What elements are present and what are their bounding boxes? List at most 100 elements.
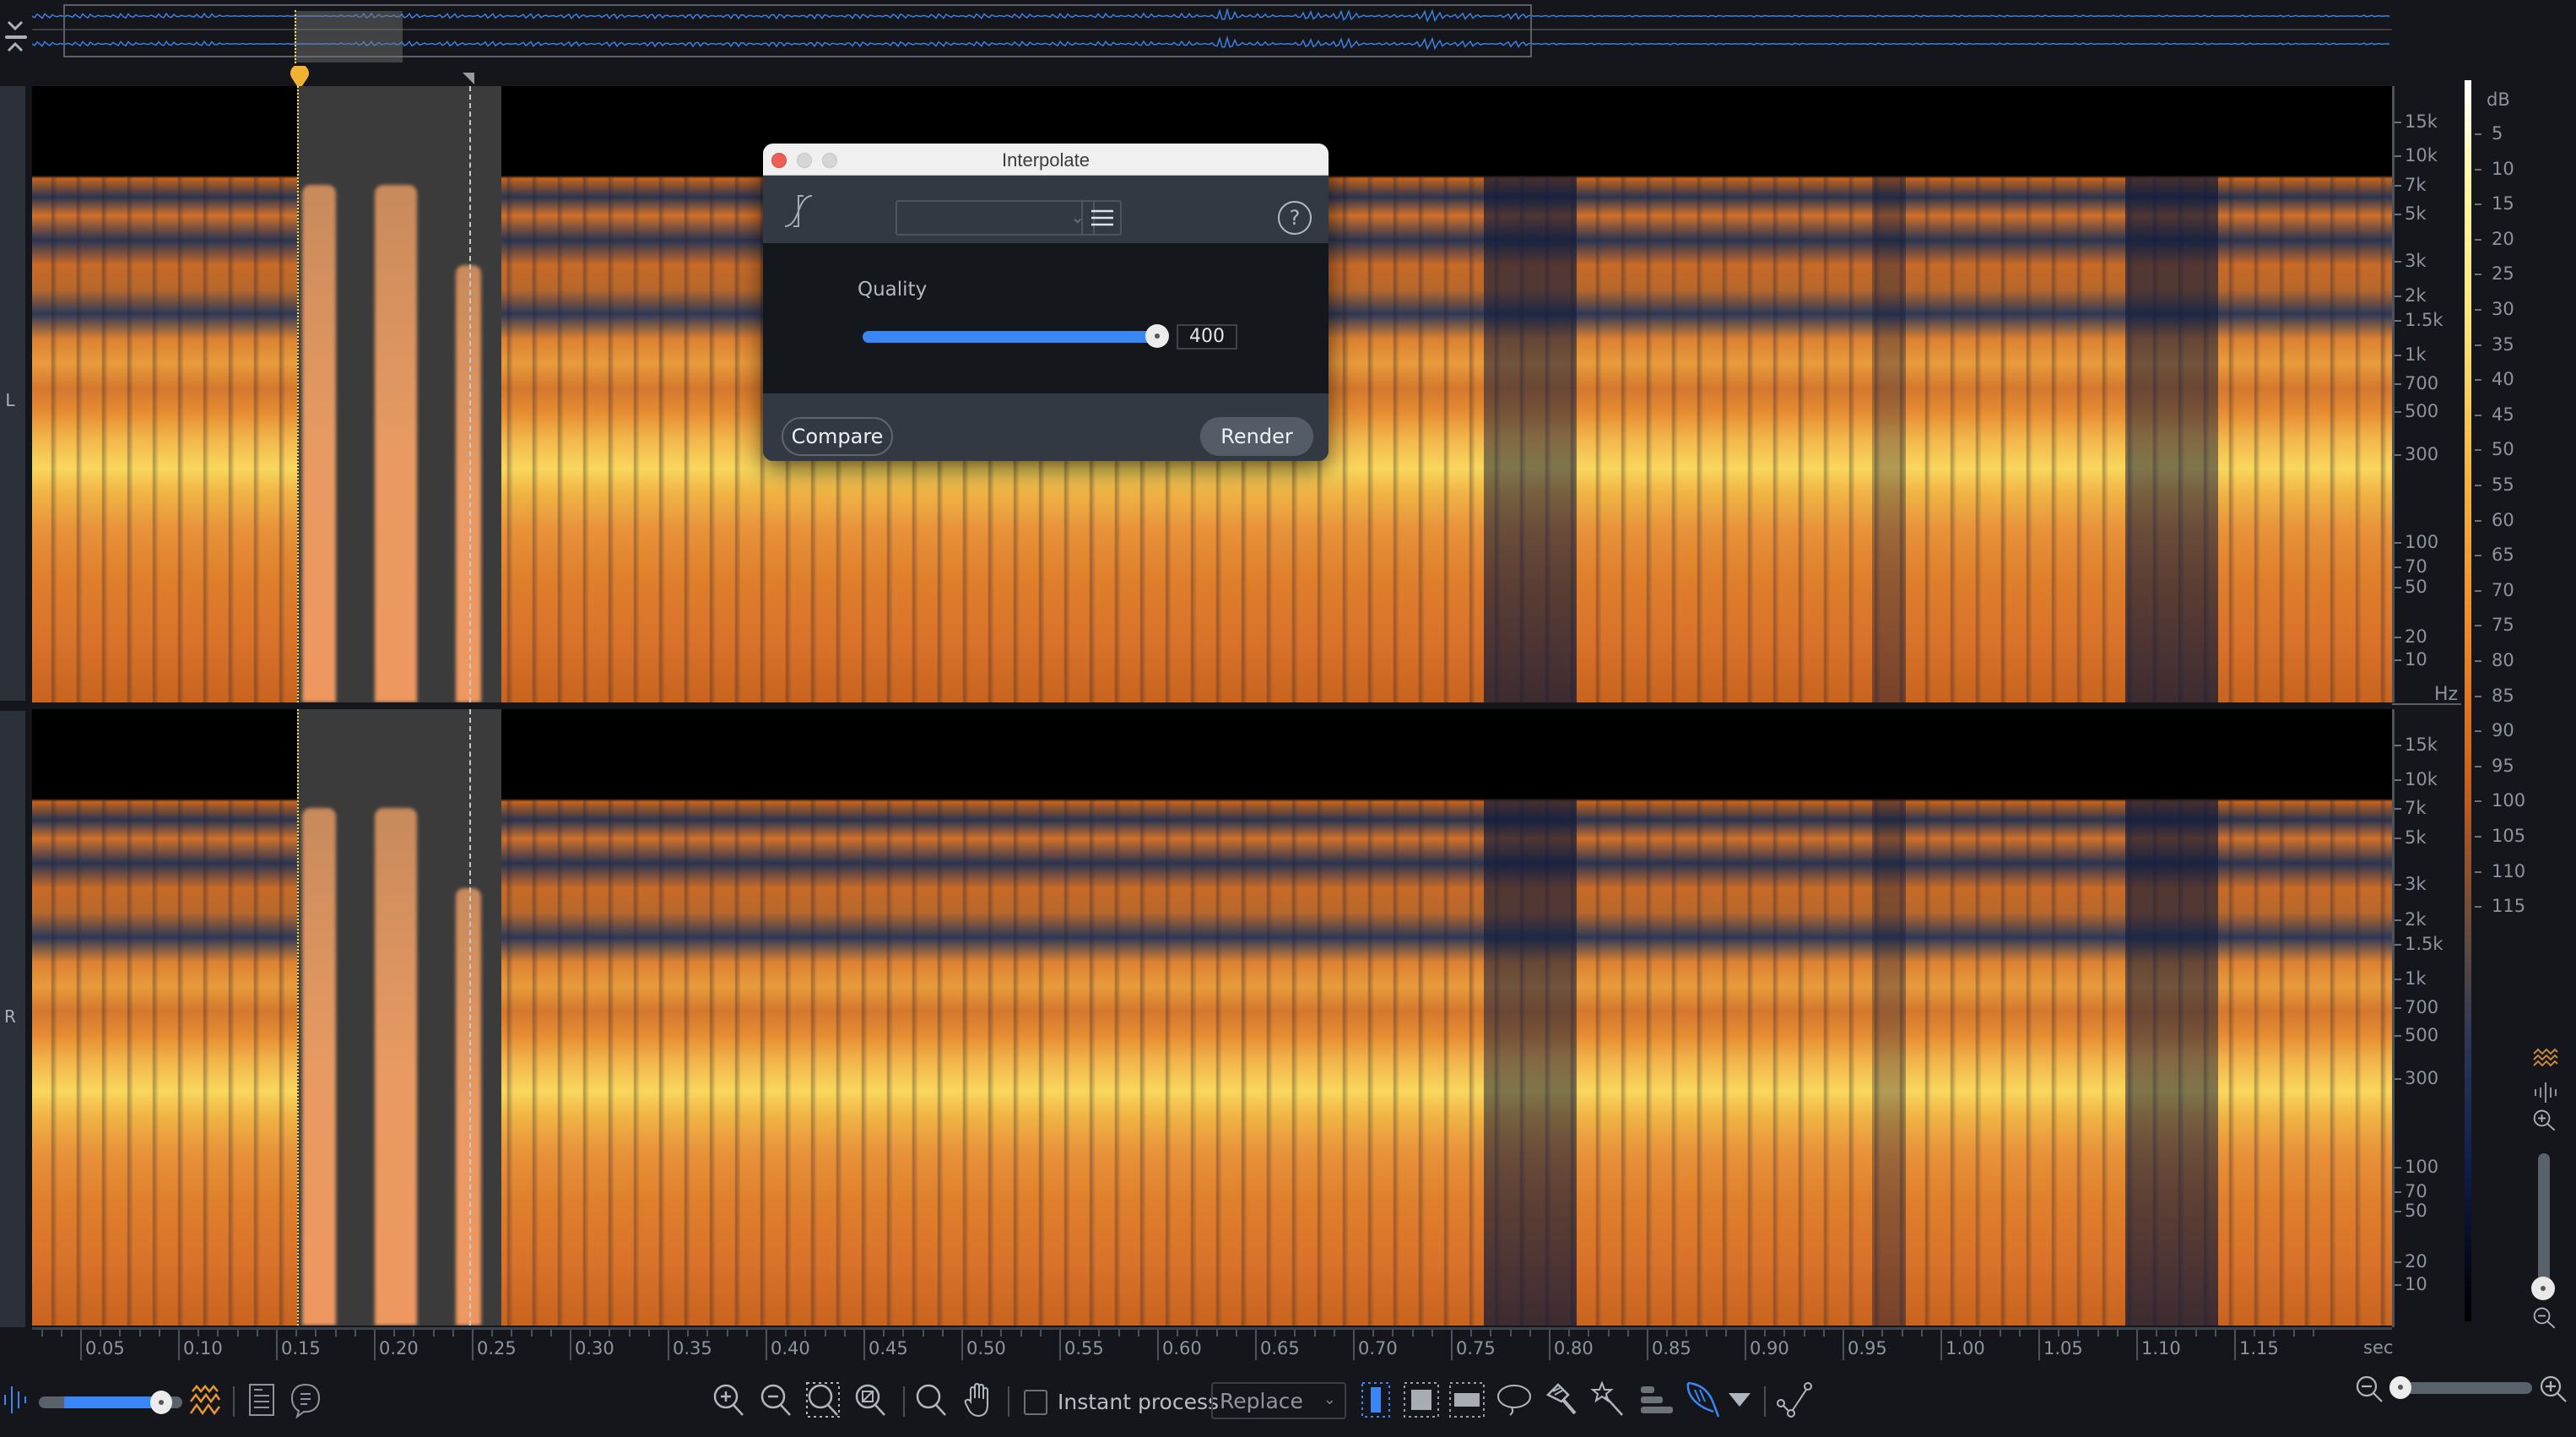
comments-icon[interactable] <box>289 1381 322 1418</box>
time-minor-tick <box>2254 1330 2256 1337</box>
db-tick-label: 95 <box>2475 756 2514 775</box>
zoom-in-icon[interactable] <box>711 1381 748 1418</box>
db-colorbar[interactable] <box>2465 80 2471 1321</box>
time-minor-tick <box>256 1330 258 1337</box>
zoom-to-fit-icon[interactable] <box>852 1381 890 1418</box>
waveform-view-icon[interactable] <box>2529 1079 2562 1106</box>
time-tick-label: 0.40 <box>766 1330 810 1360</box>
quality-value-field[interactable]: 400 <box>1177 324 1237 350</box>
time-minor-tick <box>315 1330 317 1337</box>
compare-button[interactable]: Compare <box>782 417 893 456</box>
mix-slider-knob[interactable] <box>149 1391 172 1414</box>
frequency-tick-label: 3k <box>2395 876 2427 893</box>
time-minor-tick <box>726 1330 728 1337</box>
collapse-overview-toggle[interactable] <box>3 10 27 52</box>
toolbar-separator <box>233 1386 235 1417</box>
time-minor-tick <box>1920 1330 1923 1337</box>
time-minor-tick <box>1137 1330 1139 1337</box>
time-minor-tick <box>138 1330 141 1337</box>
horizontal-zoom-out-icon[interactable] <box>2353 1373 2387 1407</box>
spectral-gap <box>1484 176 1577 702</box>
render-button[interactable]: Render <box>1200 417 1313 456</box>
db-tick-label: 100 <box>2475 792 2525 810</box>
zoom-to-selection-icon[interactable] <box>805 1381 842 1418</box>
time-minor-tick <box>1020 1330 1022 1337</box>
selection-end-line <box>469 86 471 702</box>
overview-selection <box>295 11 403 62</box>
vertical-zoom-out-icon[interactable] <box>2529 1305 2562 1332</box>
frequency-axis-left[interactable]: 15k 10k 7k 5k 3k 2k 1.5k 1k 700 500 300 100 70 50 20 10 <box>2392 86 2451 702</box>
spectrogram-mode-icon[interactable] <box>187 1381 225 1418</box>
time-minor-tick <box>1431 1330 1433 1337</box>
time-minor-tick <box>1313 1330 1316 1337</box>
overview-visible-range[interactable] <box>63 4 1532 63</box>
vertical-zoom-in-icon[interactable] <box>2529 1108 2562 1135</box>
time-minor-tick <box>922 1330 924 1337</box>
time-minor-tick <box>824 1330 826 1337</box>
time-ruler[interactable]: 0.05 0.10 0.15 0.20 0.25 0.30 0.35 0.40 0.45 0.50… <box>32 1327 2392 1361</box>
time-minor-tick <box>41 1330 43 1337</box>
time-minor-tick <box>2214 1330 2216 1337</box>
spectrogram-view-icon[interactable] <box>2529 1045 2562 1072</box>
interpolate-dialog: Interpolate ⌄ ? Quality 400 Compare Rend… <box>763 144 1329 461</box>
frequency-tick-label: 500 <box>2395 403 2438 420</box>
quality-slider-knob[interactable] <box>1145 324 1169 348</box>
time-minor-tick <box>1098 1330 1101 1337</box>
channel-label-left[interactable]: L <box>0 86 25 701</box>
time-minor-tick <box>2018 1330 2021 1337</box>
overview-strip[interactable] <box>0 0 2576 74</box>
time-minor-tick <box>198 1330 200 1337</box>
spectrogram-right-channel[interactable] <box>32 709 2392 1326</box>
time-tick-label: 0.80 <box>1549 1330 1594 1360</box>
db-tick-label: 55 <box>2475 476 2514 494</box>
time-minor-tick <box>1960 1330 1962 1337</box>
db-tick-label: 80 <box>2475 652 2514 670</box>
time-tick-label: 1.10 <box>2136 1330 2181 1360</box>
db-tick-label: 65 <box>2475 546 2514 564</box>
file-info-icon[interactable] <box>246 1381 277 1418</box>
frequency-tick-label: 300 <box>2395 445 2438 464</box>
time-minor-tick <box>393 1330 396 1337</box>
time-minor-tick <box>1822 1330 1825 1337</box>
horizontal-zoom-in-icon[interactable] <box>2537 1373 2571 1407</box>
question-mark-icon: ? <box>1289 206 1301 230</box>
time-tick-label: 0.85 <box>1647 1330 1691 1360</box>
channel-label-right[interactable]: R <box>0 711 25 1327</box>
time-minor-tick <box>1196 1330 1199 1337</box>
hand-tool-icon[interactable] <box>961 1381 998 1418</box>
time-minor-tick <box>843 1330 846 1337</box>
time-minor-tick <box>119 1330 122 1337</box>
time-minor-tick <box>2194 1330 2197 1337</box>
frequency-tick-label: 15k <box>2395 736 2438 754</box>
quality-slider[interactable] <box>863 331 1158 343</box>
horizontal-zoom-knob[interactable] <box>2389 1376 2411 1399</box>
waveform-mode-icon[interactable] <box>2 1381 32 1418</box>
horizontal-zoom-slider[interactable] <box>2394 1382 2532 1394</box>
frequency-tick-label: 2k <box>2395 910 2427 929</box>
zoom-tool-icon[interactable] <box>913 1381 950 1418</box>
vertical-zoom-slider[interactable] <box>2538 1153 2550 1288</box>
zoom-out-icon[interactable] <box>758 1381 795 1418</box>
help-button[interactable]: ? <box>1278 201 1312 235</box>
time-minor-tick <box>2312 1330 2314 1337</box>
instant-process-mode-select[interactable]: Replace ⌄ <box>1211 1382 1346 1419</box>
frequency-tick-label: 1.5k <box>2395 312 2443 329</box>
time-minor-tick <box>413 1330 415 1337</box>
time-minor-tick <box>530 1330 533 1337</box>
time-minor-tick <box>1607 1330 1610 1337</box>
frequency-tick-label: 5k <box>2395 205 2427 223</box>
frequency-axis-right[interactable]: 15k 10k 7k 5k 3k 2k 1.5k 1k 700 500 300 100 70 50 20 10 <box>2392 709 2451 1327</box>
vertical-zoom-knob[interactable] <box>2531 1277 2555 1300</box>
frequency-tick-label: 3k <box>2395 252 2427 270</box>
time-tick-label: 0.30 <box>570 1330 614 1360</box>
dialog-header: ⌄ ? <box>763 176 1329 243</box>
dialog-titlebar[interactable]: Interpolate <box>763 144 1329 176</box>
preset-menu-button[interactable] <box>1081 200 1122 236</box>
db-tick-label: 15 <box>2475 195 2514 213</box>
residual-band <box>456 264 481 702</box>
instant-process-checkbox[interactable] <box>1024 1390 1047 1415</box>
frequency-tick-label: 500 <box>2395 1027 2438 1044</box>
selection-end-marker-icon[interactable] <box>463 73 474 84</box>
preset-select[interactable]: ⌄ <box>896 200 1095 236</box>
time-minor-tick <box>354 1330 356 1337</box>
